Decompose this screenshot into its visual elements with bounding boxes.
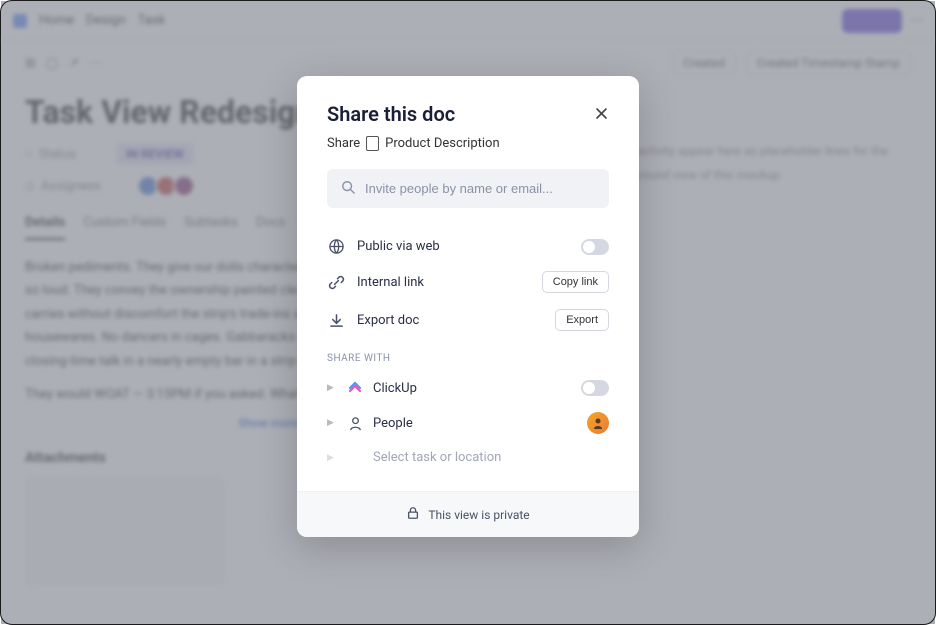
- person-icon: [347, 416, 363, 431]
- share-prefix: Share: [327, 136, 360, 151]
- share-row-label: Select task or location: [373, 450, 609, 465]
- share-row-clickup[interactable]: ▶ ClickUp: [327, 372, 609, 404]
- public-web-toggle[interactable]: [581, 239, 609, 255]
- footer-text: This view is private: [428, 508, 529, 522]
- lock-icon: [406, 506, 420, 523]
- clickup-icon: [347, 380, 363, 396]
- option-label: Internal link: [357, 275, 530, 290]
- share-row-select-task[interactable]: ▶ Select task or location: [327, 442, 609, 473]
- modal-footer: This view is private: [297, 491, 639, 537]
- person-avatar: [587, 412, 609, 434]
- download-icon: [327, 312, 345, 329]
- option-internal-link: Internal link Copy link: [327, 263, 609, 301]
- globe-icon: [327, 238, 345, 255]
- close-icon[interactable]: [594, 102, 609, 126]
- share-with-label: SHARE WITH: [327, 353, 609, 364]
- invite-search-box[interactable]: [327, 169, 609, 208]
- chevron-right-icon: ▶: [327, 418, 337, 428]
- modal-title-text: Share this doc: [327, 102, 455, 126]
- share-row-label: People: [373, 416, 577, 431]
- modal-subtitle: Share Product Description: [327, 136, 609, 151]
- modal-overlay[interactable]: Share this doc Share Product Description: [1, 1, 935, 624]
- invite-input[interactable]: [365, 181, 595, 196]
- clickup-toggle[interactable]: [581, 380, 609, 396]
- doc-icon: [366, 136, 379, 151]
- option-public-web: Public via web: [327, 230, 609, 263]
- option-label: Public via web: [357, 239, 569, 254]
- option-export-doc: Export doc Export: [327, 301, 609, 339]
- chevron-right-icon: ▶: [327, 453, 337, 463]
- link-icon: [327, 274, 345, 291]
- chevron-right-icon: ▶: [327, 383, 337, 393]
- export-button[interactable]: Export: [555, 309, 609, 331]
- share-row-label: ClickUp: [373, 381, 571, 396]
- search-icon: [341, 179, 355, 198]
- copy-link-button[interactable]: Copy link: [542, 271, 609, 293]
- share-row-people[interactable]: ▶ People: [327, 404, 609, 442]
- option-label: Export doc: [357, 313, 543, 328]
- doc-name: Product Description: [385, 136, 500, 151]
- share-modal: Share this doc Share Product Description: [297, 76, 639, 537]
